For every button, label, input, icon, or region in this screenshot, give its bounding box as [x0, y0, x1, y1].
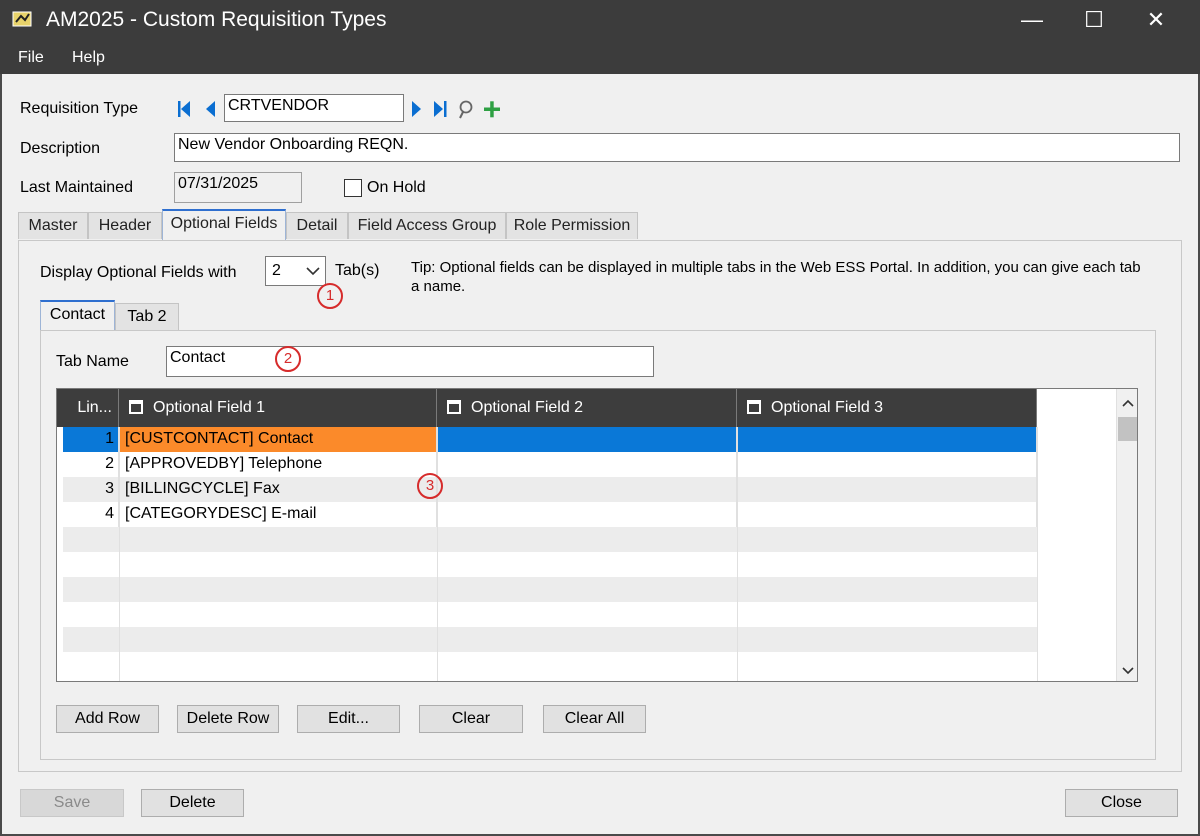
window-title: AM2025 - Custom Requisition Types	[46, 8, 387, 31]
column-lookup-icon	[129, 400, 143, 414]
row-field-2[interactable]	[437, 477, 737, 502]
previous-record-icon[interactable]	[206, 101, 215, 117]
row-field-3[interactable]	[737, 452, 1037, 477]
row-field-1[interactable]: [BILLINGCYCLE] Fax	[119, 477, 437, 502]
row-line-number: 4	[63, 502, 119, 527]
first-record-icon[interactable]	[178, 101, 190, 117]
row-field-1[interactable]: [CATEGORYDESC] E-mail	[119, 502, 437, 527]
row-field-2[interactable]	[437, 502, 737, 527]
table-row[interactable]: 2 [APPROVEDBY] Telephone	[63, 452, 1037, 477]
last-maintained-label: Last Maintained	[20, 179, 133, 196]
nav-next-last-icons	[412, 100, 500, 119]
chevron-down-icon	[306, 267, 320, 276]
add-new-icon[interactable]	[484, 101, 500, 118]
tab-header[interactable]: Header	[88, 212, 162, 239]
column-header-field-1-label: Optional Field 1	[153, 399, 266, 416]
empty-row[interactable]	[63, 652, 1037, 677]
last-maintained-value: 07/31/2025	[174, 172, 302, 203]
finder-search-icon[interactable]	[459, 100, 473, 119]
column-lookup-icon	[747, 400, 761, 414]
column-header-field-2-label: Optional Field 2	[471, 399, 584, 416]
column-header-field-3-label: Optional Field 3	[771, 399, 884, 416]
delete-row-button[interactable]: Delete Row	[177, 705, 279, 733]
on-hold-checkbox[interactable]	[344, 179, 362, 197]
nav-first-prev-icons	[178, 101, 215, 117]
vertical-scrollbar[interactable]	[1116, 389, 1137, 681]
maximize-button[interactable]: ☐	[1062, 0, 1126, 42]
tab-name-label: Tab Name	[56, 353, 129, 370]
delete-button[interactable]: Delete	[141, 789, 244, 817]
scrollbar-thumb[interactable]	[1118, 417, 1137, 441]
scroll-down-icon[interactable]	[1122, 667, 1134, 675]
table-row[interactable]: 4 [CATEGORYDESC] E-mail	[63, 502, 1037, 527]
tab-detail[interactable]: Detail	[286, 212, 348, 239]
grid-header: Lin... Optional Field 1 Optional Field 2…	[57, 389, 1037, 427]
description-label: Description	[20, 140, 101, 157]
menu-bar	[0, 42, 1200, 74]
requisition-type-label: Requisition Type	[20, 100, 138, 117]
menu-help[interactable]: Help	[72, 49, 105, 67]
menu-file[interactable]: File	[18, 49, 44, 67]
row-field-2[interactable]	[437, 427, 737, 452]
column-header-field-2[interactable]: Optional Field 2	[437, 389, 737, 427]
app-icon	[12, 11, 32, 27]
last-record-icon[interactable]	[434, 101, 447, 117]
row-line-number: 2	[63, 452, 119, 477]
table-row[interactable]: 1 [CUSTCONTACT] Contact	[63, 427, 1037, 452]
column-divider	[119, 427, 120, 681]
row-field-2[interactable]	[437, 452, 737, 477]
column-divider	[437, 427, 438, 681]
tabs-suffix-label: Tab(s)	[335, 262, 380, 279]
tab-role-permission[interactable]: Role Permission	[506, 212, 638, 239]
add-row-button[interactable]: Add Row	[56, 705, 159, 733]
row-field-3[interactable]	[737, 427, 1037, 452]
row-field-3[interactable]	[737, 502, 1037, 527]
tab-optional-fields[interactable]: Optional Fields	[162, 209, 286, 240]
column-header-field-3[interactable]: Optional Field 3	[737, 389, 1037, 427]
annotation-marker-2: 2	[275, 346, 301, 372]
close-window-button[interactable]: ✕	[1124, 0, 1188, 42]
next-record-icon[interactable]	[412, 101, 421, 117]
row-field-1[interactable]: [APPROVEDBY] Telephone	[119, 452, 437, 477]
subtab-contact[interactable]: Contact	[40, 300, 115, 331]
row-line-number: 3	[63, 477, 119, 502]
minimize-button[interactable]: —	[1000, 0, 1064, 42]
column-header-field-1[interactable]: Optional Field 1	[119, 389, 437, 427]
tip-text: Tip: Optional fields can be displayed in…	[411, 259, 1141, 295]
row-line-number: 1	[63, 427, 119, 452]
scroll-up-icon[interactable]	[1122, 399, 1134, 407]
empty-row[interactable]	[63, 527, 1037, 552]
tab-field-access-group[interactable]: Field Access Group	[348, 212, 506, 239]
title-bar: AM2025 - Custom Requisition Types — ☐ ✕	[0, 0, 1200, 42]
tabs-count-select[interactable]: 2	[265, 256, 326, 286]
empty-row[interactable]	[63, 577, 1037, 602]
display-optional-fields-label: Display Optional Fields with	[40, 264, 237, 281]
on-hold-label: On Hold	[367, 179, 426, 196]
subtab-tab-2[interactable]: Tab 2	[115, 303, 179, 330]
close-button[interactable]: Close	[1065, 789, 1178, 817]
column-divider	[737, 427, 738, 681]
edit-button[interactable]: Edit...	[297, 705, 400, 733]
empty-row[interactable]	[63, 602, 1037, 627]
annotation-marker-3: 3	[417, 473, 443, 499]
optional-fields-grid[interactable]: Lin... Optional Field 1 Optional Field 2…	[56, 388, 1138, 682]
annotation-marker-1: 1	[317, 283, 343, 309]
empty-row[interactable]	[63, 552, 1037, 577]
table-row[interactable]: 3 [BILLINGCYCLE] Fax	[63, 477, 1037, 502]
save-button[interactable]: Save	[20, 789, 124, 817]
row-field-3[interactable]	[737, 477, 1037, 502]
empty-row[interactable]	[63, 627, 1037, 652]
clear-button[interactable]: Clear	[419, 705, 523, 733]
column-header-line[interactable]: Lin...	[63, 389, 119, 427]
column-lookup-icon	[447, 400, 461, 414]
tabs-count-value: 2	[272, 262, 281, 279]
row-field-1[interactable]: [CUSTCONTACT] Contact	[119, 427, 437, 452]
tab-master[interactable]: Master	[18, 212, 88, 239]
requisition-type-input[interactable]: CRTVENDOR	[224, 94, 404, 122]
description-input[interactable]: New Vendor Onboarding REQN.	[174, 133, 1180, 162]
tab-name-input[interactable]: Contact	[166, 346, 654, 377]
clear-all-button[interactable]: Clear All	[543, 705, 646, 733]
column-divider	[1037, 427, 1038, 681]
